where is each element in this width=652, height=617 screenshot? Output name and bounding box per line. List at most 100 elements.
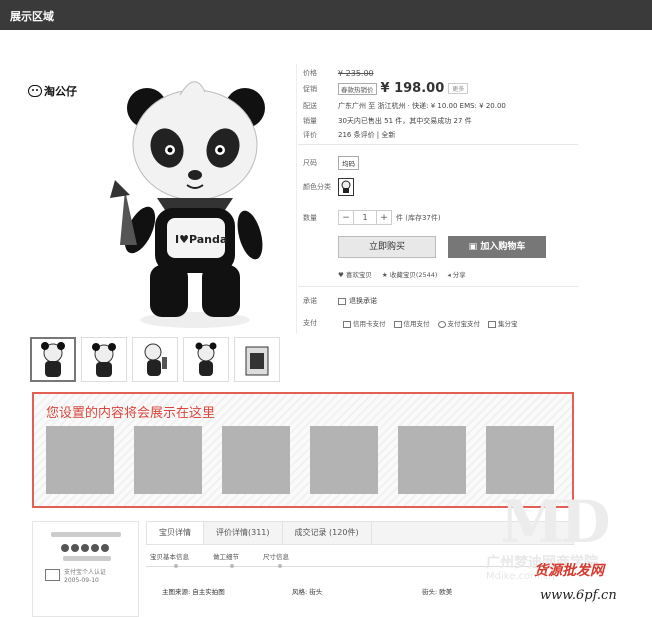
badge-icon: [71, 544, 79, 552]
sales-row: 销量 30天内已售出 51 件，其中交易成功 27 件: [303, 116, 472, 126]
stock-text: 件 (库存37件): [396, 213, 441, 222]
shop-name-blurred: [51, 532, 121, 537]
review-row: 评价 216 条评价 | 全新: [303, 130, 395, 140]
watermark-site-url: www.6pf.cn: [540, 588, 617, 603]
placeholder-image: [46, 426, 114, 494]
add-to-cart-label: 加入购物车: [480, 242, 526, 252]
favorite-label: 收藏宝贝(2544): [389, 271, 438, 279]
pay-credit-card: 信用卡支付: [343, 318, 386, 328]
panda-thumb-icon: [41, 341, 65, 377]
panda-thumb-icon: [195, 342, 217, 376]
subtab-dot: [174, 564, 178, 568]
pay-row: 支付: [303, 318, 338, 328]
svg-text:I♥Panda: I♥Panda: [175, 233, 227, 246]
tab-reviews[interactable]: 评价详情(311): [204, 522, 283, 544]
promo-tag: 春款热销价: [338, 82, 377, 95]
main-product-image: I♥Panda: [110, 81, 265, 328]
promo-label: 促销: [303, 84, 317, 93]
thumbnail-5[interactable]: [234, 337, 280, 382]
subtab-dot: [230, 564, 234, 568]
brand-name: 淘公仔: [44, 85, 77, 98]
add-to-cart-button[interactable]: ▣ 加入购物车: [448, 236, 546, 258]
more-promos-button[interactable]: 更多: [448, 83, 469, 94]
divider: [296, 64, 297, 334]
promise-text: 退换承诺: [349, 297, 377, 305]
pay-option-label: 信用卡支付: [353, 320, 386, 328]
shop-info-blurred: [63, 556, 111, 561]
attr-style: 风格: 街头: [292, 588, 323, 596]
thumbnail-4[interactable]: [183, 337, 229, 382]
subtab-basic-info[interactable]: 宝贝基本信息: [150, 551, 189, 561]
share-button[interactable]: ◂ 分享: [447, 269, 465, 279]
id-card-icon: [45, 569, 60, 581]
thumbnail-strip: [30, 337, 280, 382]
top-bar: 展示区域: [0, 0, 652, 30]
shop-card: 支付宝个人认证 2005-09-10: [32, 521, 139, 617]
qty-input[interactable]: 1: [353, 211, 377, 224]
panda-thumb-icon: [144, 343, 167, 376]
like-button[interactable]: ♥ 喜欢宝贝: [338, 269, 372, 279]
credit-card-icon: [343, 320, 351, 328]
thumbnail-3[interactable]: [132, 337, 178, 382]
color-option[interactable]: [338, 178, 354, 196]
qty-plus-button[interactable]: +: [377, 213, 391, 223]
tab-details[interactable]: 宝贝详情: [147, 522, 204, 544]
promo-price: ¥ 198.00: [380, 81, 445, 96]
buy-now-button[interactable]: 立即购买: [338, 236, 436, 258]
display-area-title: 展示区域: [10, 10, 54, 23]
shop-rating-badges: [61, 544, 109, 552]
badge-icon: [101, 544, 109, 552]
cert-info: 支付宝个人认证 2005-09-10: [64, 569, 106, 585]
custom-area-message: 您设置的内容将会展示在这里: [46, 406, 216, 421]
action-links: ♥ 喜欢宝贝 ★ 收藏宝贝(2544) ◂ 分享: [338, 269, 466, 279]
cert-text: 支付宝个人认证: [64, 569, 107, 576]
shipping-text: 广东广州 至 浙江杭州 · 快递: ¥ 10.00 EMS: ¥ 20.00: [338, 102, 506, 110]
share-label: 分享: [452, 271, 466, 279]
panda-swatch-icon: [341, 180, 351, 193]
box-thumb-icon: [245, 346, 269, 375]
qty-minus-button[interactable]: −: [339, 213, 353, 223]
subtab-craft-detail[interactable]: 做工细节: [213, 551, 239, 561]
star-icon: ★: [381, 271, 390, 279]
original-price: ¥ 235.00: [338, 68, 374, 78]
tab-transactions[interactable]: 成交记录 (120件): [283, 522, 372, 544]
quantity-label: 数量: [303, 213, 317, 222]
badge-icon: [91, 544, 99, 552]
thumbnail-2[interactable]: [81, 337, 127, 382]
product-attributes: 主图来源: 自主实拍图 风格: 街头 街头: 欧美: [162, 586, 452, 596]
badge-icon: [81, 544, 89, 552]
promise-value: 退换承诺: [338, 296, 377, 306]
quantity-stepper: − 1 +: [338, 210, 392, 225]
pay-option-label: 信用支付: [403, 320, 430, 328]
brand-face-icon: [28, 85, 42, 97]
shop-certification: 支付宝个人认证 2005-09-10: [45, 569, 106, 585]
placeholder-image: [398, 426, 466, 494]
subtab-size-info[interactable]: 尺寸信息: [263, 551, 289, 561]
size-option[interactable]: 均码: [338, 156, 359, 170]
placeholder-image: [486, 426, 554, 494]
color-row: 颜色分类: [303, 178, 354, 196]
pay-points: 集分宝: [488, 318, 518, 328]
credit-icon: [393, 320, 402, 328]
review-link[interactable]: 216 条评价 | 全新: [338, 130, 395, 140]
pay-option-label: 集分宝: [498, 320, 518, 328]
placeholder-image: [134, 426, 202, 494]
placeholder-image: [222, 426, 290, 494]
brand-logo: 淘公仔: [28, 83, 77, 99]
cart-icon: ▣: [468, 242, 481, 252]
attr-street: 街头: 欧美: [422, 588, 453, 596]
promise-icon: [338, 297, 346, 305]
sales-text: 30天内已售出 51 件，其中交易成功 27 件: [338, 117, 472, 125]
promo-row: 促销 春款热销价 ¥ 198.00 更多: [303, 81, 469, 96]
thumbnail-1[interactable]: [30, 337, 76, 382]
pay-options: 信用卡支付 信用支付 支付宝支付 集分宝: [343, 318, 518, 328]
watermark-logo: MD: [500, 488, 610, 556]
size-label: 尺码: [303, 159, 317, 167]
favorite-button[interactable]: ★ 收藏宝贝(2544): [382, 269, 438, 279]
price-label: 价格: [303, 69, 317, 77]
placeholder-row: [46, 426, 554, 494]
attr-source: 主图来源: 自主实拍图: [162, 588, 225, 596]
custom-display-area: 您设置的内容将会展示在这里: [32, 392, 574, 508]
cert-date: 2005-09-10: [64, 577, 99, 584]
badge-icon: [61, 544, 69, 552]
